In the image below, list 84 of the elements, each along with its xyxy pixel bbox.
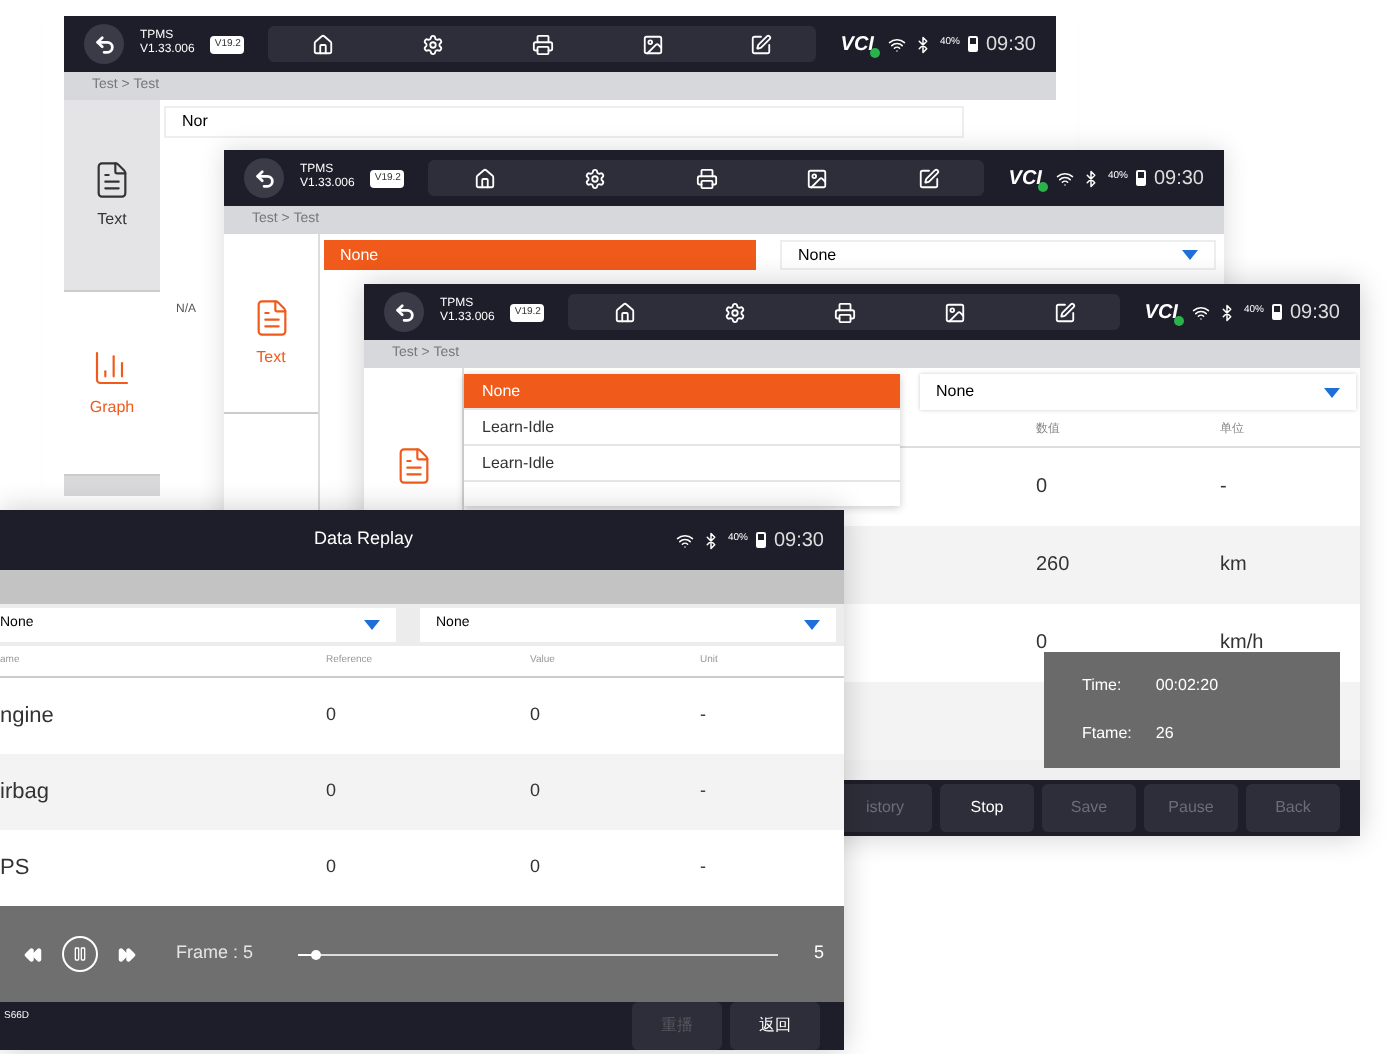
bluetooth-icon <box>701 531 720 549</box>
image-icon[interactable] <box>806 167 829 189</box>
table-cell-text: - <box>700 778 708 805</box>
table-cell-text: - <box>1220 474 1227 502</box>
frame-value: 26 <box>1155 722 1174 746</box>
clock-time: 09:30 <box>985 31 1036 59</box>
battery-icon <box>755 532 766 548</box>
bar-chart-icon <box>92 347 132 387</box>
dropdown-arrow-icon <box>1182 250 1198 260</box>
image-icon[interactable] <box>943 301 966 323</box>
time-label: Time: <box>1082 674 1122 698</box>
pen-icon[interactable] <box>1054 301 1077 323</box>
dropdown-arrow-icon <box>804 620 820 630</box>
action-button[interactable]: 返回 <box>730 1002 820 1050</box>
dropdown[interactable]: None <box>780 240 1216 270</box>
table-cell-text: 0 <box>1036 474 1048 502</box>
time-value: 00:02:20 <box>1155 674 1219 698</box>
dropdown[interactable]: None <box>920 374 1356 410</box>
table-cell-text: 0 <box>326 854 339 881</box>
table-cell-text: 0 <box>530 854 543 881</box>
frame-label: Ftame: <box>1082 722 1132 746</box>
clock-time: 09:30 <box>1153 165 1204 193</box>
pause-icon <box>72 946 88 962</box>
settings-icon[interactable] <box>422 33 445 55</box>
settings-icon[interactable] <box>723 301 746 323</box>
back-arrow-icon <box>393 301 415 323</box>
dropdown-arrow-icon <box>1324 387 1340 397</box>
table-cell-text: - <box>700 702 708 729</box>
back-arrow-icon <box>253 167 275 189</box>
wifi-icon <box>887 35 906 53</box>
table-cell-text: PS <box>0 853 32 884</box>
clock-time: 09:30 <box>773 527 824 555</box>
pause-button[interactable] <box>62 936 98 972</box>
vci-logo: VCI <box>840 29 880 59</box>
home-icon[interactable] <box>312 33 335 55</box>
table-cell-text: 0 <box>326 778 339 805</box>
dropdown-option[interactable]: Learn-Idle <box>464 446 900 482</box>
dropdown-arrow-icon <box>364 620 380 630</box>
printer-icon[interactable] <box>531 33 554 55</box>
back-button[interactable] <box>244 158 284 198</box>
home-icon[interactable] <box>473 167 496 189</box>
bluetooth-icon <box>913 35 932 53</box>
image-icon[interactable] <box>641 33 664 55</box>
back-button[interactable] <box>384 292 424 332</box>
table-cell-text: 0 <box>326 702 339 729</box>
table-cell-text: ngine <box>0 701 56 732</box>
table-cell-text: - <box>700 854 708 881</box>
vci-logo: VCI <box>1008 163 1048 193</box>
dropdown[interactable]: Nor <box>164 106 964 138</box>
pen-icon[interactable] <box>750 33 773 55</box>
progress-slider[interactable] <box>297 946 778 962</box>
vci-logo: VCI <box>1144 297 1184 327</box>
back-arrow-icon <box>93 33 115 55</box>
bluetooth-icon <box>1217 303 1236 321</box>
fast-forward-icon[interactable] <box>118 945 136 963</box>
printer-icon[interactable] <box>695 167 718 189</box>
wifi-icon <box>1055 169 1074 187</box>
battery-icon <box>1135 170 1146 186</box>
document-icon <box>92 159 132 199</box>
table-cell-text: irbag <box>0 777 51 808</box>
wifi-icon <box>1191 303 1210 321</box>
settings-icon[interactable] <box>584 167 607 189</box>
back-button[interactable] <box>84 24 124 64</box>
table-cell-text: 0 <box>530 702 543 729</box>
table-cell-text: 0 <box>1036 630 1048 658</box>
pen-icon[interactable] <box>917 167 940 189</box>
clock-time: 09:30 <box>1289 299 1340 327</box>
frame-counter: Frame : 5 <box>176 940 254 967</box>
table-cell-text: km <box>1220 552 1247 580</box>
action-button[interactable]: Stop <box>940 784 1034 832</box>
rewind-icon[interactable] <box>24 945 42 963</box>
sidebar-item[interactable]: Text <box>64 100 160 292</box>
table-cell-text: 0 <box>530 778 543 805</box>
battery-icon <box>967 36 978 52</box>
frame-max: 5 <box>813 940 824 967</box>
window-title: Data Replay <box>314 526 414 553</box>
printer-icon[interactable] <box>833 301 856 323</box>
home-icon[interactable] <box>613 301 636 323</box>
table-cell-text: 260 <box>1036 552 1070 580</box>
battery-icon <box>1271 304 1282 320</box>
table-cell-text: km/h <box>1220 630 1264 658</box>
bluetooth-icon <box>1081 169 1100 187</box>
dropdown-option[interactable]: Learn-Idle <box>464 410 900 446</box>
wifi-icon <box>675 531 694 549</box>
